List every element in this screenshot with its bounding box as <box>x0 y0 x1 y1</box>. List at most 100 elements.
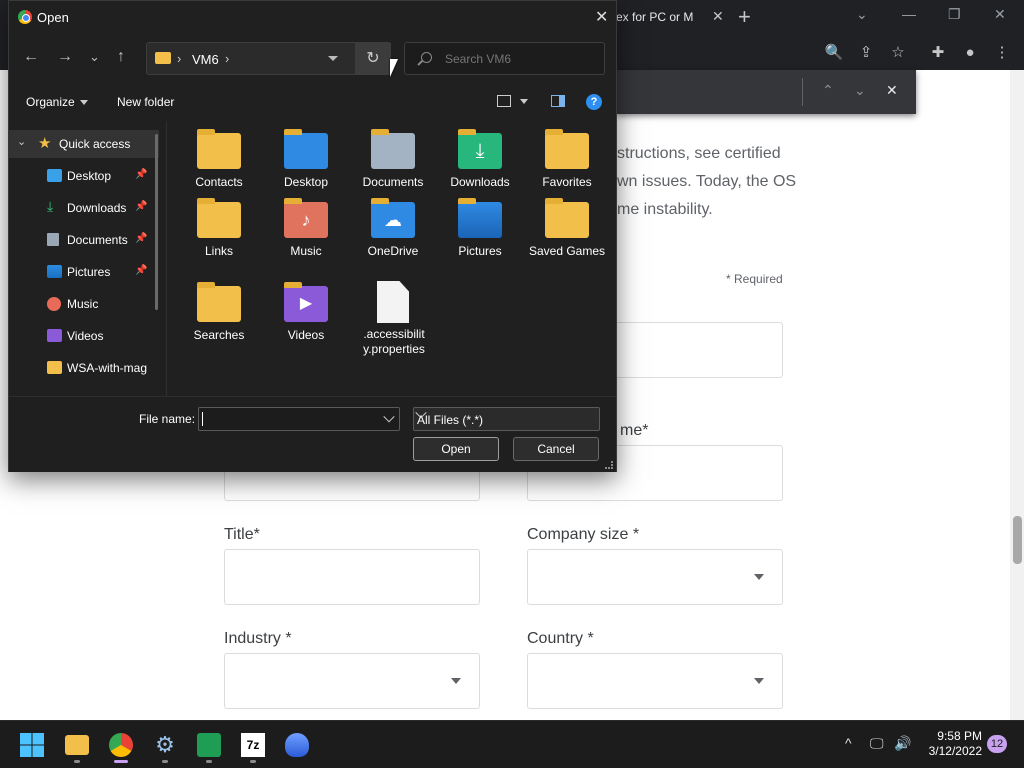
pin-icon[interactable]: 📌 <box>135 265 147 276</box>
nav-item-quick-access[interactable]: ⌄ ★ Quick access <box>9 130 159 158</box>
nav-pane-scrollbar[interactable] <box>155 134 158 310</box>
star-icon: ★ <box>38 135 52 152</box>
search-input[interactable] <box>404 42 605 75</box>
organize-menu[interactable]: Organize <box>26 95 88 109</box>
nav-item-wsa-with-mag[interactable]: WSA-with-mag <box>9 354 159 382</box>
nav-label: Music <box>67 297 99 311</box>
page-scrollbar[interactable] <box>1010 70 1024 720</box>
tab-close-icon[interactable]: ✕ <box>712 8 724 25</box>
file-label: Favorites <box>542 175 592 189</box>
pictures-icon <box>47 265 62 278</box>
dialog-close-icon[interactable]: ✕ <box>595 7 608 27</box>
address-dropdown-icon[interactable] <box>328 56 338 61</box>
nav-label: WSA-with-mag <box>67 361 148 375</box>
file-label: Videos <box>287 328 325 342</box>
preview-pane-icon[interactable] <box>551 95 565 107</box>
excel-icon[interactable] <box>197 733 221 757</box>
tray-overflow-icon[interactable]: ^ <box>845 735 852 751</box>
title-field[interactable] <box>224 549 480 605</box>
file-item-documents[interactable]: Documents <box>351 129 431 213</box>
running-indicator <box>162 760 168 763</box>
pin-icon[interactable]: 📌 <box>135 201 147 212</box>
help-icon[interactable]: ? <box>586 94 602 110</box>
industry-select[interactable] <box>224 653 480 709</box>
clock[interactable]: 9:58 PM 3/12/2022 <box>916 729 982 759</box>
file-name-input[interactable] <box>198 407 400 431</box>
share-icon[interactable]: ⇪ <box>855 42 877 64</box>
tab-search-icon[interactable]: ⌄ <box>856 6 868 23</box>
bookmark-star-icon[interactable]: ☆ <box>887 42 909 64</box>
find-next-icon[interactable]: ⌄ <box>854 82 866 99</box>
chevron-down-icon[interactable] <box>383 411 395 423</box>
pin-icon[interactable]: 📌 <box>135 233 147 244</box>
refresh-button[interactable]: ↻ <box>355 43 391 74</box>
window-close-button[interactable]: ✕ <box>994 6 1006 23</box>
name-field-label: me* <box>620 422 649 439</box>
profile-icon[interactable]: ● <box>959 42 981 64</box>
restore-button[interactable]: ❐ <box>948 6 961 23</box>
file-explorer-icon[interactable] <box>65 735 89 755</box>
folder-icon <box>47 361 62 374</box>
file-type-select[interactable]: All Files (*.*) <box>413 407 600 431</box>
file-item-onedrive[interactable]: ☁ OneDrive <box>351 198 431 282</box>
up-arrow-icon[interactable]: ↑ <box>117 48 125 66</box>
file-item-links[interactable]: Links <box>177 198 257 282</box>
browser-tab[interactable]: ex for PC or M ✕ <box>604 0 730 34</box>
7zip-icon[interactable]: 7z <box>241 733 265 757</box>
view-dropdown-icon[interactable] <box>520 99 528 104</box>
nav-item-pictures[interactable]: Pictures 📌 <box>9 258 159 286</box>
file-item-searches[interactable]: Searches <box>177 282 257 366</box>
pin-icon[interactable]: 📌 <box>135 169 147 180</box>
file-item-videos[interactable]: ▶ Videos <box>264 282 344 366</box>
change-view-icon[interactable] <box>497 95 511 107</box>
chevron-down-icon[interactable]: ⌄ <box>17 135 26 148</box>
volume-icon[interactable]: 🔊 <box>894 735 911 752</box>
file-item-favorites[interactable]: Favorites <box>525 129 605 213</box>
chrome-icon[interactable] <box>109 733 133 757</box>
file-item-accessibility-properties[interactable]: .accessibility.properties <box>351 281 431 377</box>
find-prev-icon[interactable]: ⌃ <box>822 82 834 99</box>
back-arrow-icon[interactable]: ← <box>23 48 39 66</box>
active-indicator <box>114 760 128 763</box>
find-close-icon[interactable]: ✕ <box>886 82 898 99</box>
file-item-saved-games[interactable]: Saved Games <box>525 198 605 282</box>
file-label: OneDrive <box>367 244 419 258</box>
recent-locations-icon[interactable]: ⌄ <box>89 49 100 65</box>
file-item-downloads[interactable]: ⤓ Downloads <box>438 129 518 213</box>
nav-item-desktop[interactable]: Desktop 📌 <box>9 162 159 190</box>
nav-item-music[interactable]: Music <box>9 290 159 318</box>
address-bar[interactable]: › VM6 › ↻ <box>146 42 391 75</box>
cancel-button[interactable]: Cancel <box>513 437 599 461</box>
company-size-select[interactable] <box>527 549 783 605</box>
network-icon[interactable]: 🖵 <box>870 735 884 752</box>
file-item-music[interactable]: ♪ Music <box>264 198 344 282</box>
new-folder-button[interactable]: New folder <box>117 95 174 109</box>
open-button[interactable]: Open <box>413 437 499 461</box>
start-icon[interactable] <box>20 733 44 757</box>
file-label: Documents <box>362 175 424 189</box>
file-item-pictures[interactable]: Pictures <box>438 198 518 282</box>
dialog-title: Open <box>37 10 69 25</box>
nav-item-videos[interactable]: Videos <box>9 322 159 350</box>
organize-label: Organize <box>26 95 75 109</box>
nav-item-documents[interactable]: Documents 📌 <box>9 226 159 254</box>
new-tab-button[interactable]: + <box>738 4 751 30</box>
find-bar: ⌃ ⌄ ✕ <box>616 70 916 114</box>
menu-kebab-icon[interactable]: ⋮ <box>991 42 1013 64</box>
file-item-contacts[interactable]: Contacts <box>177 129 257 213</box>
breadcrumb-separator[interactable]: › <box>225 51 229 66</box>
app-icon[interactable] <box>285 733 309 757</box>
settings-icon[interactable]: ⚙ <box>153 733 177 757</box>
forward-arrow-icon[interactable]: → <box>57 48 73 66</box>
scrollbar-thumb[interactable] <box>1013 516 1022 564</box>
minimize-button[interactable]: — <box>902 6 916 22</box>
country-select[interactable] <box>527 653 783 709</box>
desktop-folder-icon <box>284 129 328 169</box>
extensions-icon[interactable]: ✚ <box>927 42 949 64</box>
file-item-desktop[interactable]: Desktop <box>264 129 344 213</box>
notification-badge[interactable]: 12 <box>987 735 1007 753</box>
resize-grip-icon[interactable] <box>605 461 613 469</box>
breadcrumb-vm6[interactable]: VM6 <box>192 52 219 67</box>
find-in-page-icon[interactable]: 🔍 <box>823 42 845 64</box>
nav-item-downloads[interactable]: ⤓ Downloads 📌 <box>9 194 159 222</box>
